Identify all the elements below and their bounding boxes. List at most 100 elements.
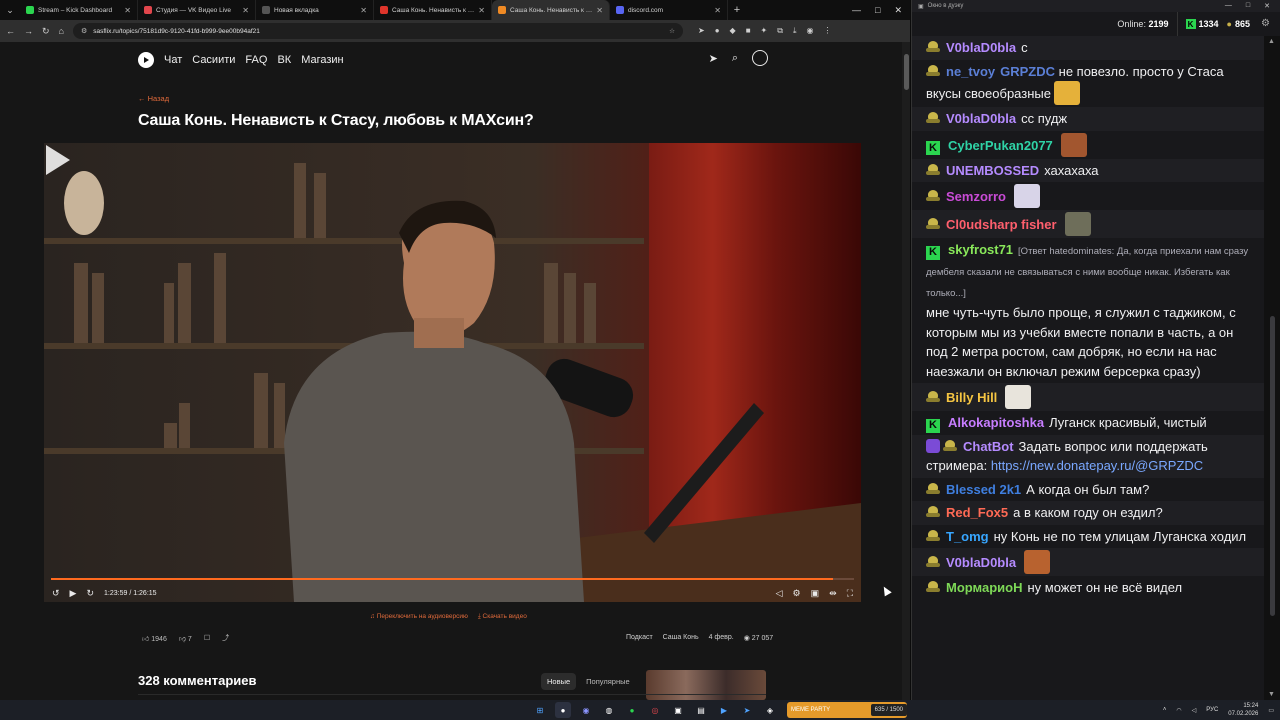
chat-username[interactable]: V0blaD0bla: [946, 555, 1016, 570]
clock[interactable]: 15:24 07.02.2026: [1228, 702, 1258, 718]
search-icon[interactable]: ⌕: [732, 52, 738, 65]
chat-username[interactable]: Cl0udsharp fisher: [946, 217, 1057, 232]
browser-tab[interactable]: Stream – Kick Dashboard ✕: [20, 0, 138, 20]
chat-username[interactable]: skyfrost71: [948, 242, 1013, 257]
back-arrow-icon[interactable]: ←: [6, 26, 15, 36]
extension-icon[interactable]: ✦: [761, 26, 768, 36]
video-player[interactable]: ↺ ▶ ↻ 1:23:59 / 1:26:15 ◁ ⚙ ▣ ⇹ ⛶: [44, 143, 861, 602]
settings-gear-icon[interactable]: ⚙: [793, 588, 801, 599]
chat-username[interactable]: T_omg: [946, 529, 989, 544]
site-logo-play-icon[interactable]: [138, 52, 154, 68]
close-icon[interactable]: ✕: [894, 5, 902, 16]
tab-close-icon[interactable]: ✕: [242, 6, 249, 15]
send-icon[interactable]: ➤: [698, 26, 705, 36]
download-icon[interactable]: ⤓: [793, 26, 797, 36]
play-icon[interactable]: ▶: [70, 588, 77, 599]
tray-expand-icon[interactable]: ˄: [1163, 707, 1167, 713]
extension-icon[interactable]: ◆: [730, 26, 736, 36]
chrome-icon[interactable]: ●: [555, 702, 571, 718]
dislike-button[interactable]: 👎︎ 7: [179, 634, 192, 643]
obs-icon[interactable]: ◍: [601, 702, 617, 718]
comment-icon[interactable]: ☐: [204, 634, 210, 642]
tab-close-icon[interactable]: ✕: [124, 6, 131, 15]
minimize-icon[interactable]: —: [852, 5, 861, 15]
chat-username[interactable]: Semzorro: [946, 189, 1006, 204]
telegram-icon[interactable]: ➤: [709, 52, 718, 65]
chat-settings-gear-icon[interactable]: ⚙: [1261, 18, 1270, 29]
fullscreen-icon[interactable]: ⛶: [847, 588, 853, 599]
menu-dots-icon[interactable]: ⋮: [823, 26, 831, 36]
volume-icon[interactable]: ◁: [776, 588, 783, 599]
tab-close-icon[interactable]: ✕: [596, 6, 603, 15]
page-scrollbar[interactable]: [902, 42, 910, 700]
tab-close-icon[interactable]: ✕: [360, 6, 367, 15]
notifications-icon[interactable]: ▭: [1268, 707, 1274, 714]
center-play-icon[interactable]: [44, 143, 72, 177]
chat-username[interactable]: Blessed 2k1: [946, 482, 1021, 497]
app-icon[interactable]: ◎: [647, 702, 663, 718]
forward-arrow-icon[interactable]: →: [24, 26, 33, 36]
nav-link-faq[interactable]: FAQ: [245, 54, 267, 66]
theater-mode-icon[interactable]: ⇹: [829, 588, 837, 599]
maximize-icon[interactable]: □: [1246, 2, 1250, 10]
meme-party-widget[interactable]: MEME PARTY 635 / 1500: [787, 702, 907, 718]
nav-link-shop[interactable]: Магазин: [301, 54, 343, 66]
chat-username[interactable]: Billy Hill: [946, 390, 997, 405]
like-button[interactable]: 👍︎ 1946: [142, 634, 167, 643]
browser-tab[interactable]: Новая вкладка ✕: [256, 0, 374, 20]
chat-username[interactable]: V0blaD0bla: [946, 40, 1016, 55]
media-player-icon[interactable]: ▶: [716, 702, 732, 718]
user-avatar-icon[interactable]: [752, 50, 768, 66]
chat-username[interactable]: UNEMBOSSED: [946, 163, 1039, 178]
chat-username[interactable]: V0blaD0bla: [946, 111, 1016, 126]
tab-search-icon[interactable]: ⌄: [0, 0, 20, 20]
nav-link-sasiiti[interactable]: Сасиити: [192, 54, 235, 66]
network-icon[interactable]: ◠: [1176, 707, 1181, 714]
chat-username[interactable]: ne_tvoy: [946, 64, 995, 79]
chat-username[interactable]: Red_Fox5: [946, 505, 1008, 520]
chat-username[interactable]: Alkokapitoshka: [948, 415, 1044, 430]
forward-10-icon[interactable]: ↻: [86, 588, 94, 599]
tag-guest[interactable]: Саша Конь: [663, 634, 699, 642]
reload-icon[interactable]: ↻: [42, 26, 50, 37]
page-scrollbar-thumb[interactable]: [904, 54, 909, 90]
back-link[interactable]: ← Назад: [138, 94, 169, 103]
scroll-up-arrow-icon[interactable]: ▲: [1268, 38, 1275, 45]
browser-tab[interactable]: Саша Конь. Ненависть к Стасу ✕: [492, 0, 610, 20]
chat-username[interactable]: ChatBot: [963, 439, 1014, 454]
nav-link-chat[interactable]: Чат: [164, 54, 182, 66]
home-icon[interactable]: ⌂: [59, 26, 64, 36]
extension-icon[interactable]: ■: [746, 26, 751, 36]
puzzle-icon[interactable]: ⧉: [777, 26, 783, 36]
maximize-icon[interactable]: □: [875, 5, 880, 15]
miniplayer-icon[interactable]: ▣: [811, 588, 820, 599]
related-thumbnail[interactable]: [646, 670, 766, 700]
rewind-10-icon[interactable]: ↺: [52, 588, 60, 599]
site-info-icon[interactable]: ⚙: [81, 27, 87, 35]
sort-new-tab[interactable]: Новые: [541, 673, 577, 690]
seek-bar[interactable]: [51, 578, 854, 580]
sort-popular-tab[interactable]: Популярные: [580, 673, 636, 690]
app-icon[interactable]: ◈: [762, 702, 778, 718]
nav-link-vk[interactable]: ВК: [277, 54, 291, 66]
tab-close-icon[interactable]: ✕: [714, 6, 721, 15]
spotify-icon[interactable]: ●: [624, 702, 640, 718]
telegram-icon[interactable]: ➤: [739, 702, 755, 718]
discord-icon[interactable]: ◉: [578, 702, 594, 718]
extension-icon[interactable]: ●: [715, 26, 720, 36]
profile-icon[interactable]: ◉: [807, 26, 814, 36]
chat-mention[interactable]: GRPZDC: [1000, 64, 1055, 79]
audio-version-link[interactable]: ♫ Переключить на аудиоверсию: [370, 613, 468, 621]
chat-scrollbar-thumb[interactable]: [1270, 316, 1275, 616]
browser-tab[interactable]: Саша Конь. Ненависть к Стасу ✕: [374, 0, 492, 20]
chat-username[interactable]: MормариoH: [946, 580, 1022, 595]
chat-scrollbar[interactable]: ▲ ▼: [1264, 36, 1280, 700]
chat-link[interactable]: https://new.donatepay.ru/@GRPZDC: [991, 458, 1203, 473]
browser-tab[interactable]: Студия — VK Видео Live ✕: [138, 0, 256, 20]
app-icon[interactable]: ▤: [693, 702, 709, 718]
scroll-down-arrow-icon[interactable]: ▼: [1268, 691, 1275, 698]
close-icon[interactable]: ✕: [1264, 2, 1270, 10]
browser-tab[interactable]: discord.com ✕: [610, 0, 728, 20]
chat-username[interactable]: CyberPukan2077: [948, 138, 1053, 153]
minimize-icon[interactable]: —: [1225, 2, 1232, 10]
